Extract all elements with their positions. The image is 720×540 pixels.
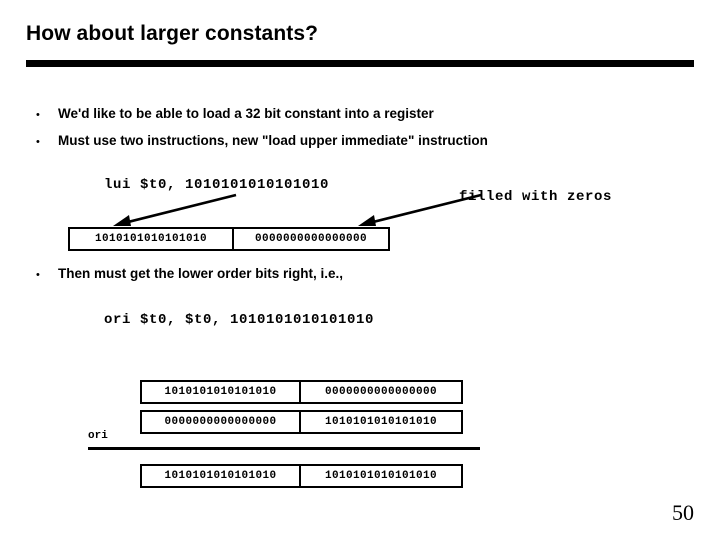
ori-result-row: 1010101010101010 1010101010101010 bbox=[140, 464, 463, 488]
ori-result-right-cell: 1010101010101010 bbox=[324, 470, 438, 482]
slide-canvas: How about larger constants? • We'd like … bbox=[0, 0, 720, 540]
bullet-item-3-label: Then must get the lower order bits right… bbox=[58, 266, 344, 281]
lui-instruction-text: lui $t0, 1010101010101010 bbox=[104, 177, 330, 193]
ori-operand-lower-right-cell: 1010101010101010 bbox=[324, 416, 438, 428]
arrow-to-upper-bits-icon bbox=[113, 193, 237, 226]
bullet-dot-icon: • bbox=[36, 269, 40, 281]
lui-lower-bits-cell: 0000000000000000 bbox=[254, 233, 368, 245]
title-divider bbox=[26, 60, 694, 67]
ori-instruction-text: ori $t0, $t0, 1010101010101010 bbox=[104, 312, 375, 328]
arrow-to-zero-bits-icon bbox=[358, 193, 482, 226]
page-title: How about larger constants? bbox=[26, 22, 319, 45]
ori-result-left-cell: 1010101010101010 bbox=[142, 466, 301, 486]
bullet-item-3: • Then must get the lower order bits rig… bbox=[36, 266, 343, 281]
bullet-item-2: • Must use two instructions, new "load u… bbox=[36, 133, 488, 148]
page-number: 50 bbox=[672, 500, 694, 525]
ori-operator-label: ori bbox=[88, 430, 108, 442]
lui-upper-bits-cell: 1010101010101010 bbox=[70, 229, 234, 249]
bullet-item-1-label: We'd like to be able to load a 32 bit co… bbox=[58, 106, 434, 121]
bullet-item-1: • We'd like to be able to load a 32 bit … bbox=[36, 106, 434, 121]
ori-operand-upper-right-cell: 0000000000000000 bbox=[324, 386, 438, 398]
bullet-dot-icon: • bbox=[36, 136, 40, 148]
bullet-item-2-label: Must use two instructions, new "load upp… bbox=[58, 133, 488, 148]
ori-operand-lower-row: 0000000000000000 1010101010101010 bbox=[140, 410, 463, 434]
ori-operand-upper-left-cell: 1010101010101010 bbox=[142, 382, 301, 402]
bullet-dot-icon: • bbox=[36, 109, 40, 121]
ori-operand-lower-left-cell: 0000000000000000 bbox=[142, 412, 301, 432]
lui-register-diagram: 1010101010101010 0000000000000000 bbox=[68, 227, 390, 251]
result-divider bbox=[88, 447, 480, 450]
ori-operand-upper-row: 1010101010101010 0000000000000000 bbox=[140, 380, 463, 404]
